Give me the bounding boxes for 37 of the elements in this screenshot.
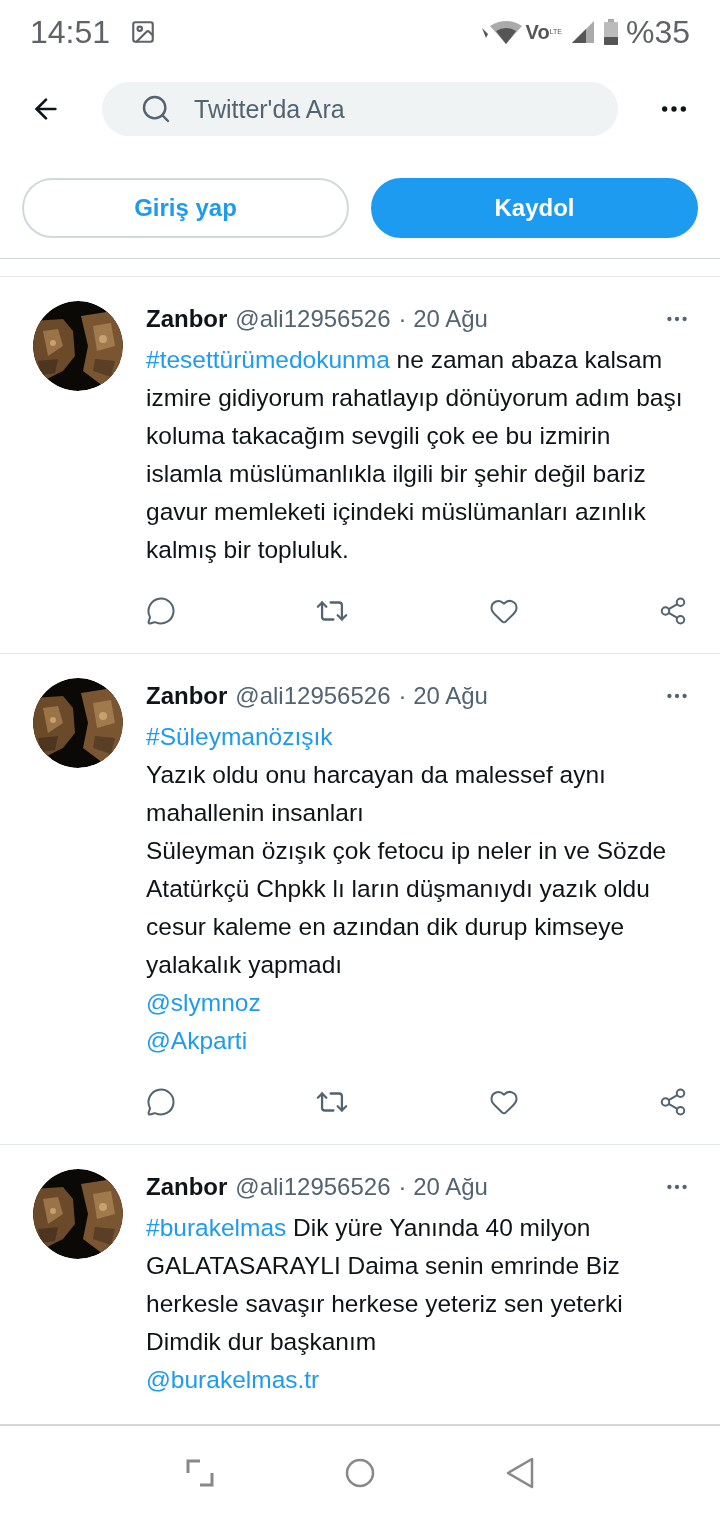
tweet-time: · 20 Ağu xyxy=(398,681,488,711)
reply-icon[interactable] xyxy=(146,596,176,626)
mention-link[interactable]: @burakelmas.tr xyxy=(146,1366,320,1393)
hashtag-link[interactable]: #tesettürümedokunma xyxy=(146,346,390,373)
battery-percent: %35 xyxy=(625,13,690,52)
author-name[interactable]: Zanbor xyxy=(146,301,228,337)
author-handle: @ali12956526 xyxy=(235,681,391,711)
tweet-text: Yazık oldu onu harcayan da malessef aynı mahallenin insanları xyxy=(146,760,607,828)
image-icon xyxy=(130,19,157,45)
status-time: 14:51 xyxy=(30,13,111,52)
search-field[interactable]: Twitter'da Ara xyxy=(102,82,618,136)
recents-icon[interactable] xyxy=(185,1459,214,1487)
author-handle: @ali12956526 xyxy=(235,1172,391,1202)
tweet-text: #tesettürümedokunma ne zaman abaza kalsam izmire gidiyorum rahatlayıp dönüyorum adım başı koluma takacağım sevgili çok ee bu izmirin islamla müslümanlıkla ilgili bir şehir değil bariz gavur memleketi içindeki müslümanları azınlık kalmış bir topluluk. xyxy=(146,345,684,565)
wifi-icon xyxy=(479,20,522,44)
hashtag-link[interactable]: #Süleymanözışık xyxy=(146,723,333,750)
home-icon[interactable] xyxy=(345,1458,375,1488)
mention-link[interactable]: @Akparti xyxy=(146,1027,248,1054)
search-icon xyxy=(140,93,172,125)
author-name[interactable]: Zanbor xyxy=(146,678,228,714)
reply-icon[interactable] xyxy=(146,1087,176,1117)
mention-link[interactable]: @slymnoz xyxy=(146,989,261,1016)
tweet-text: #burakelmas Dik yüre Yanında 40 milyon GALATASARAYLI Daima senin emrinde Biz herkesle savaşır herkese yeteriz sen yeterki Dimdik dur başkanım xyxy=(146,1213,624,1357)
author-handle: @ali12956526 xyxy=(235,304,391,334)
author-name[interactable]: Zanbor xyxy=(146,1169,228,1205)
battery-icon xyxy=(603,19,618,45)
share-icon[interactable] xyxy=(658,596,688,626)
tweet-time: · 20 Ağu xyxy=(398,304,488,334)
back-nav-icon[interactable] xyxy=(506,1457,535,1489)
tweet-time: · 20 Ağu xyxy=(398,1172,488,1202)
tweet-text: Süleyman özışık çok fetocu ip neler in ve Sözde Atatürkçü Chpkk lı ların düşmanıydı yazık oldu cesur kaleme en azından dik durup kimseye yalakalık yapmadı xyxy=(146,836,668,980)
signup-button[interactable]: Kaydol xyxy=(371,178,698,238)
hashtag-link[interactable]: #burakelmas xyxy=(146,1214,287,1241)
signal-icon xyxy=(571,21,594,43)
share-icon[interactable] xyxy=(658,1087,688,1117)
login-button[interactable]: Giriş yap xyxy=(22,178,349,238)
network-type: Vo xyxy=(525,20,550,45)
